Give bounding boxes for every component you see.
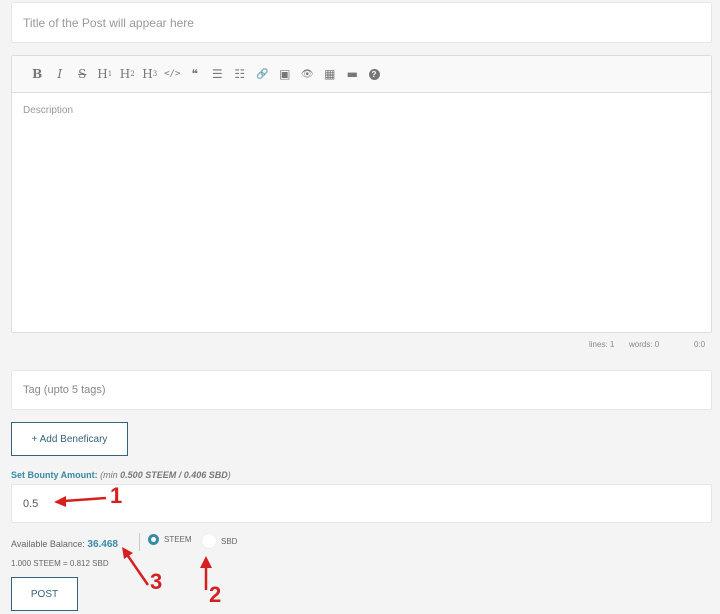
radio-checked-icon — [148, 534, 159, 545]
code-icon[interactable]: </> — [161, 64, 184, 84]
annotation-label-2: 2 — [209, 582, 222, 607]
add-beneficiary-button[interactable]: + Add Beneficary — [11, 422, 128, 456]
ordered-list-icon[interactable]: ☷ — [229, 64, 252, 84]
bold-icon[interactable]: B — [26, 64, 49, 84]
table-icon[interactable]: ▦ — [319, 64, 342, 84]
tag-placeholder: Tag (upto 5 tags) — [23, 384, 106, 396]
heading-1-icon[interactable]: H1 — [94, 64, 117, 84]
heading-2-glyph: H — [119, 67, 131, 81]
annotation-label-1: 1 — [110, 483, 123, 508]
balance-divider — [139, 533, 140, 551]
image-icon[interactable]: ▣ — [274, 64, 297, 84]
annotation-arrow-3-line — [126, 555, 150, 586]
heading-1-glyph: H — [97, 67, 108, 81]
bounty-hint-values: 0.500 STEEM / 0.406 SBD — [120, 470, 228, 480]
bounty-hint-prefix: (min — [100, 470, 121, 480]
unordered-list-icon[interactable]: ☰ — [206, 64, 229, 84]
heading-3-icon[interactable]: H3 — [139, 64, 162, 84]
balance-value: 36.468 — [87, 539, 118, 550]
annotation-label-3: 3 — [150, 569, 163, 594]
bounty-amount-value: 0.5 — [23, 497, 39, 510]
italic-icon[interactable]: I — [49, 64, 72, 84]
annotation-arrow-3-head — [122, 547, 133, 559]
horizontal-rule-icon[interactable]: ▬ — [341, 64, 364, 84]
radio-unchecked-icon — [201, 533, 217, 549]
description-textarea[interactable]: Description — [12, 93, 711, 128]
strikethrough-icon[interactable]: S — [71, 64, 94, 84]
heading-3-glyph: H — [142, 67, 153, 81]
bounty-min-hint: (min 0.500 STEEM / 0.406 SBD) — [100, 470, 231, 480]
balance-label: Available Balance: — [11, 539, 85, 549]
post-button[interactable]: POST — [11, 577, 78, 611]
currency-label-sbd: SBD — [221, 536, 238, 546]
currency-radio-sbd[interactable]: SBD — [201, 533, 237, 549]
available-balance: Available Balance: 36.468 — [11, 539, 118, 550]
exchange-rate: 1.000 STEEM = 0.812 SBD — [11, 559, 109, 568]
post-title-input[interactable]: Title of the Post will appear here — [11, 2, 712, 43]
preview-icon[interactable]: 👁 — [296, 64, 319, 84]
quote-icon[interactable]: ❝ — [184, 64, 207, 84]
currency-label-steem: STEEM — [164, 535, 192, 544]
editor-status-lines: lines: 1 — [589, 340, 615, 349]
annotation-arrow-2-head — [200, 556, 212, 568]
editor-toolbar: B I S H1 H2 H3 </> ❝ ☰ ☷ 🔗 ▣ 👁 ▦ ▬ ? — [12, 56, 711, 93]
bounty-hint-suffix: ) — [227, 470, 231, 480]
bounty-label-text: Set Bounty Amount: — [11, 470, 98, 480]
tag-input[interactable]: Tag (upto 5 tags) — [11, 370, 712, 410]
editor-status-cursor: 0:0 — [694, 340, 706, 349]
heading-2-icon[interactable]: H2 — [116, 64, 139, 84]
currency-radio-steem[interactable]: STEEM — [148, 534, 192, 545]
help-icon[interactable]: ? — [368, 68, 380, 80]
bounty-amount-label: Set Bounty Amount: (min 0.500 STEEM / 0.… — [11, 470, 231, 480]
post-title-placeholder: Title of the Post will appear here — [23, 15, 194, 30]
editor-status-words: words: 0 — [629, 340, 660, 349]
markdown-editor[interactable]: B I S H1 H2 H3 </> ❝ ☰ ☷ 🔗 ▣ 👁 ▦ ▬ ? Des… — [11, 55, 712, 333]
description-placeholder: Description — [23, 105, 74, 116]
link-icon[interactable]: 🔗 — [251, 64, 274, 84]
